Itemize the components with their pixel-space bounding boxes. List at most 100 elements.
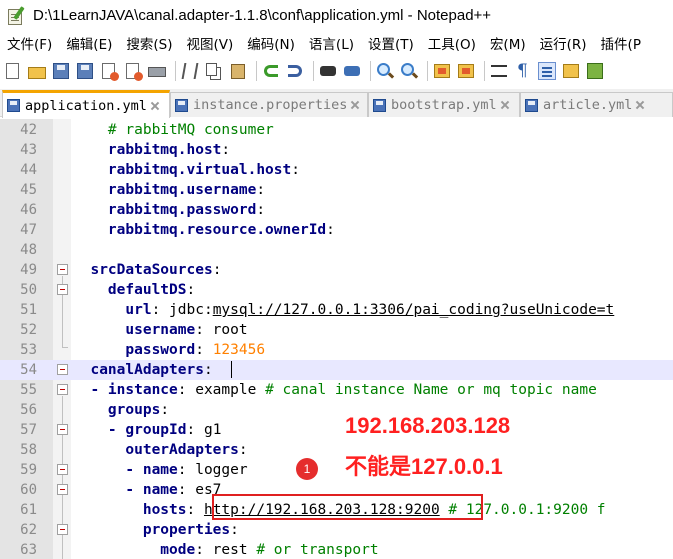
code-text[interactable]: - instance: example # canal instance Nam… (73, 380, 596, 400)
fold-toggle-icon[interactable] (57, 284, 68, 295)
code-line[interactable]: 55 - instance: example # canal instance … (0, 380, 673, 400)
menu-file[interactable]: 文件(F) (0, 33, 59, 57)
code-line[interactable]: 42 # rabbitMQ consumer (0, 120, 673, 140)
fold-toggle-icon[interactable] (57, 424, 68, 435)
editor[interactable]: 42 # rabbitMQ consumer 43 rabbitmq.host: 4… (0, 119, 673, 559)
code-line[interactable]: 47 rabbitmq.resource.ownerId: (0, 220, 673, 240)
menu-encoding[interactable]: 编码(N) (240, 33, 302, 57)
sync-v-icon[interactable] (432, 61, 452, 81)
close-all-icon[interactable] (123, 61, 143, 81)
word-wrap-icon[interactable] (489, 61, 509, 81)
fold-toggle-icon[interactable] (57, 384, 68, 395)
code-line[interactable]: 63 mode: rest # or transport (0, 540, 673, 559)
zoom-out-icon[interactable] (399, 61, 419, 81)
close-icon[interactable] (500, 100, 510, 110)
code-text[interactable]: rabbitmq.password: (73, 200, 265, 220)
fold-toggle-icon[interactable] (57, 464, 68, 475)
redo-icon[interactable] (285, 61, 305, 81)
menu-language[interactable]: 语言(L) (302, 33, 361, 57)
save-icon[interactable] (51, 61, 71, 81)
code-text[interactable]: rabbitmq.username: (73, 180, 265, 200)
save-all-icon[interactable] (75, 61, 95, 81)
code-line[interactable]: 56 groups: (0, 400, 673, 420)
menu-tools[interactable]: 工具(O) (421, 33, 483, 57)
tab-application-yml[interactable]: application.yml (2, 90, 170, 118)
fold-toggle-icon[interactable] (57, 484, 68, 495)
close-icon[interactable] (99, 61, 119, 81)
code-text[interactable]: url: jdbc:mysql://127.0.0.1:3306/pai_cod… (73, 300, 614, 320)
code-line[interactable]: 44 rabbitmq.virtual.host: (0, 160, 673, 180)
code-token: rabbitmq.username (73, 182, 257, 198)
code-text[interactable]: rabbitmq.resource.ownerId: (73, 220, 335, 240)
code-line[interactable]: 51 url: jdbc:mysql://127.0.0.1:3306/pai_… (0, 300, 673, 320)
tab-instance-properties[interactable]: instance.properties (170, 92, 368, 117)
code-text[interactable]: - name: es7 (73, 480, 221, 500)
code-text[interactable]: rabbitmq.host: (73, 140, 230, 160)
code-line[interactable]: 43 rabbitmq.host: (0, 140, 673, 160)
code-line[interactable]: 52 username: root (0, 320, 673, 340)
menu-plugins[interactable]: 插件(P (594, 33, 648, 57)
code-line[interactable]: 57 - groupId: g1 (0, 420, 673, 440)
find-icon[interactable] (318, 61, 338, 81)
code-token: : (256, 182, 266, 198)
undo-icon[interactable] (261, 61, 281, 81)
code-text[interactable]: properties: (73, 520, 239, 540)
code-token: username (73, 322, 196, 338)
code-line[interactable]: 46 rabbitmq.password: (0, 200, 673, 220)
print-icon[interactable] (147, 61, 167, 81)
menu-edit[interactable]: 编辑(E) (59, 33, 119, 57)
replace-icon[interactable] (342, 61, 362, 81)
cut-icon[interactable] (180, 61, 200, 81)
tab-article-yml[interactable]: article.yml (520, 92, 673, 117)
open-file-icon[interactable] (27, 61, 47, 81)
code-text[interactable]: username: root (73, 320, 247, 340)
copy-icon[interactable] (204, 61, 224, 81)
code-text[interactable]: srcDataSources: (73, 260, 221, 280)
indent-guide-icon[interactable] (537, 61, 557, 81)
menu-macro[interactable]: 宏(M) (483, 33, 533, 57)
toolbar-separator (484, 61, 485, 81)
code-line[interactable]: 48 (0, 240, 673, 260)
menu-settings[interactable]: 设置(T) (361, 33, 421, 57)
fold-toggle-icon[interactable] (57, 264, 68, 275)
close-icon[interactable] (150, 101, 160, 111)
code-text[interactable]: canalAdapters: (73, 360, 213, 380)
code-line[interactable]: 58 outerAdapters: (0, 440, 673, 460)
code-line[interactable]: 59 - name: logger (0, 460, 673, 480)
code-line[interactable]: 53 password: 123456 (0, 340, 673, 360)
show-all-chars-icon[interactable]: ¶ (513, 61, 533, 81)
function-list-icon[interactable] (561, 61, 581, 81)
code-text[interactable]: - name: logger (73, 460, 247, 480)
close-icon[interactable] (635, 100, 645, 110)
menu-search[interactable]: 搜索(S) (119, 33, 179, 57)
code-text[interactable]: rabbitmq.virtual.host: (73, 160, 300, 180)
code-line[interactable]: 45 rabbitmq.username: (0, 180, 673, 200)
code-text[interactable]: defaultDS: (73, 280, 195, 300)
zoom-in-icon[interactable] (375, 61, 395, 81)
code-text[interactable]: # rabbitMQ consumer (73, 120, 274, 140)
sync-h-icon[interactable] (456, 61, 476, 81)
menu-view[interactable]: 视图(V) (180, 33, 241, 57)
code-line[interactable]: 62 properties: (0, 520, 673, 540)
new-file-icon[interactable] (3, 61, 23, 81)
code-token: rabbitmq.virtual.host (73, 162, 292, 178)
macro-icon[interactable] (585, 61, 605, 81)
code-line[interactable]: 49 srcDataSources: (0, 260, 673, 280)
text-caret (231, 361, 232, 378)
close-icon[interactable] (350, 100, 360, 110)
code-text[interactable]: groups: (73, 400, 169, 420)
code-line[interactable]: 54 canalAdapters: (0, 360, 673, 380)
code-token: mode (73, 542, 196, 558)
paste-icon[interactable] (228, 61, 248, 81)
menu-run[interactable]: 运行(R) (533, 33, 594, 57)
tab-bootstrap-yml[interactable]: bootstrap.yml (368, 92, 520, 117)
title-bar: D:\1LearnJAVA\canal.adapter-1.1.8\conf\a… (0, 0, 673, 31)
code-token: : (203, 362, 213, 378)
code-text[interactable]: outerAdapters: (73, 440, 247, 460)
code-line[interactable]: 50 defaultDS: (0, 280, 673, 300)
code-text[interactable]: mode: rest # or transport (73, 540, 378, 559)
code-text[interactable]: password: 123456 (73, 340, 265, 360)
fold-toggle-icon[interactable] (57, 364, 68, 375)
fold-toggle-icon[interactable] (57, 524, 68, 535)
code-text[interactable]: - groupId: g1 (73, 420, 222, 440)
